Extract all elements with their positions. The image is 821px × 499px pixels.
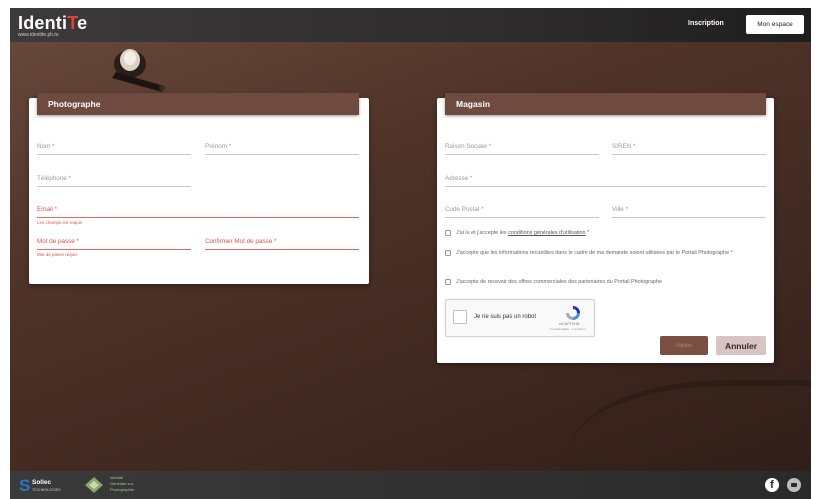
cgu-checkbox[interactable] (445, 230, 451, 236)
code-postal-placeholder: Code Postal * (445, 206, 484, 213)
email-placeholder: Email * (37, 206, 57, 213)
sollec-name: Sollec (32, 479, 52, 486)
cancel-button[interactable]: Annuler (716, 336, 766, 355)
password-field[interactable]: Mot de passe * Mot de passe requis (37, 238, 191, 257)
recaptcha-checkbox[interactable] (453, 310, 467, 324)
ville-placeholder: Ville * (612, 206, 628, 213)
email-error: Les champs est requis (37, 220, 83, 225)
recaptcha-label: Je ne suis pas un robot (474, 314, 537, 320)
offers-checkbox-row[interactable]: J'accepte de recevoir des offres commerc… (445, 278, 766, 286)
inscription-link[interactable]: Inscription (688, 20, 724, 27)
raison-sociale-field[interactable]: Raison Sociale * (445, 143, 599, 155)
sollec-logo[interactable]: S Sollec TECHNOLOGIES (19, 475, 79, 495)
partner-line-3: Photographie (110, 487, 134, 492)
offers-text: J'accepte de recevoir des offres commerc… (456, 279, 662, 285)
raison-sociale-placeholder: Raison Sociale * (445, 143, 492, 150)
partner-text: Identité Générale s.a. Photographie (110, 475, 134, 493)
logo-accent: T (67, 13, 78, 33)
lamp-icon (112, 49, 165, 92)
telephone-placeholder: Téléphone * (37, 175, 71, 182)
facebook-icon[interactable]: f (765, 478, 779, 492)
recaptcha-brand: reCAPTCHA (559, 322, 580, 326)
ville-field[interactable]: Ville * (612, 206, 766, 218)
adresse-field[interactable]: Adresse * (445, 175, 766, 187)
top-bar: IdentiTe www.identite.ph.tu Inscription … (10, 8, 811, 42)
social-icon[interactable] (787, 478, 801, 492)
cgu-link[interactable]: conditions générales d'utilisation (508, 230, 585, 236)
recaptcha-widget: Je ne suis pas un robot reCAPTCHA Confid… (445, 299, 595, 337)
nom-placeholder: Nom * (37, 143, 55, 150)
recaptcha-icon (566, 306, 580, 320)
logo-url: www.identite.ph.tu (18, 32, 59, 38)
footer: S Sollec TECHNOLOGIES Identité Générale … (10, 471, 811, 499)
logo-prefix: Identi (18, 13, 68, 33)
siren-field[interactable]: SIREN * (612, 143, 766, 155)
magasin-header: Magasin (445, 93, 766, 115)
photographe-header: Photographe (37, 93, 359, 115)
telephone-field[interactable]: Téléphone * (37, 175, 191, 187)
confirm-password-field[interactable]: Confirmer Mot de passe * (205, 238, 359, 250)
data-usage-text: J'accepte que les informations recueilli… (456, 250, 733, 256)
logo-suffix: e (77, 13, 88, 33)
offers-checkbox[interactable] (445, 279, 451, 285)
my-space-button[interactable]: Mon espace (746, 15, 804, 34)
photographe-card (29, 98, 369, 284)
code-postal-field[interactable]: Code Postal * (445, 206, 599, 218)
prenom-placeholder: Prénom * (205, 143, 232, 150)
password-placeholder: Mot de passe * (37, 238, 80, 245)
password-error: Mot de passe requis (37, 252, 78, 257)
adresse-placeholder: Adresse * (445, 175, 473, 182)
cgu-prefix: J'ai lu et j'accepte les (456, 230, 509, 236)
email-field[interactable]: Email * Les champs est requis (37, 206, 359, 225)
prenom-field[interactable]: Prénom * (205, 143, 359, 155)
recaptcha-links[interactable]: Confidentialité - Conditions (550, 327, 586, 331)
confirm-password-placeholder: Confirmer Mot de passe * (205, 238, 277, 245)
save-button[interactable]: Valider (660, 336, 708, 355)
data-usage-checkbox[interactable] (445, 250, 451, 256)
data-usage-checkbox-row[interactable]: J'accepte que les informations recueilli… (445, 249, 766, 257)
partner-logo[interactable] (84, 476, 104, 494)
cgu-checkbox-row[interactable]: J'ai lu et j'accepte les conditions géné… (445, 229, 766, 237)
nom-field[interactable]: Nom * (37, 143, 191, 155)
cgu-suffix: * (585, 230, 590, 236)
sollec-sub: TECHNOLOGIES (32, 488, 61, 492)
siren-placeholder: SIREN * (612, 143, 636, 150)
